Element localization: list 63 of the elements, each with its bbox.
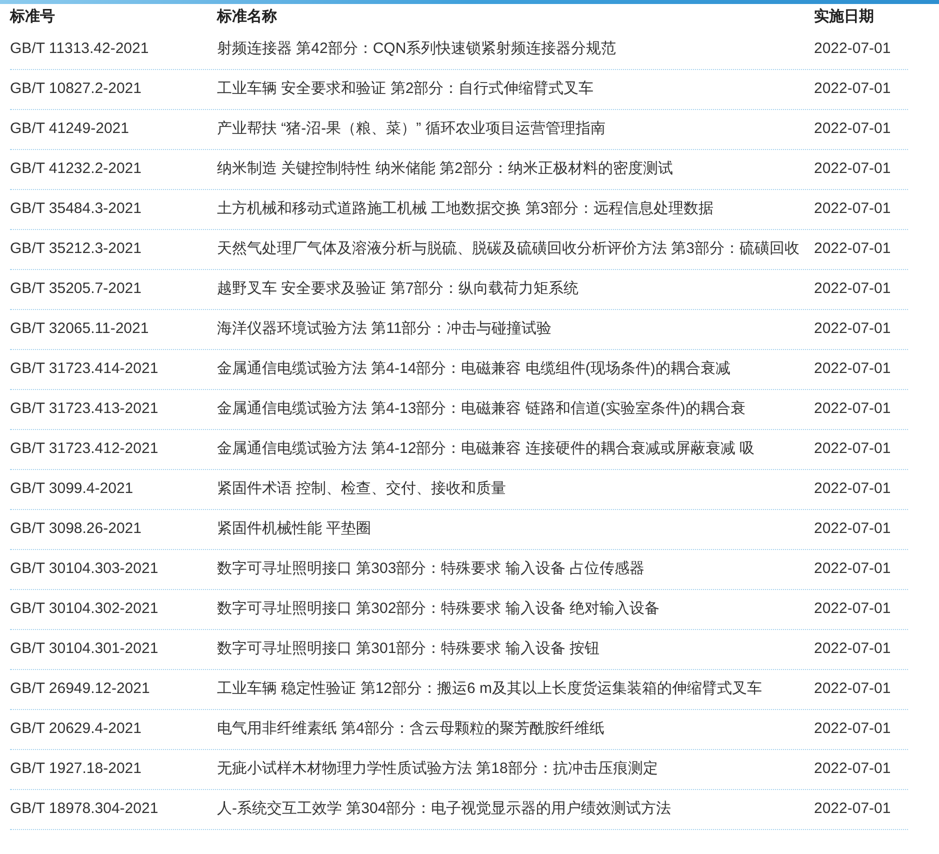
- effective-date: 2022-07-01: [814, 639, 892, 659]
- standard-number: GB/T 31723.412-2021: [10, 439, 160, 459]
- effective-date: 2022-07-01: [814, 359, 892, 379]
- standard-number: GB/T 31723.413-2021: [10, 399, 160, 419]
- standard-number: GB/T 1927.18-2021: [10, 759, 142, 779]
- effective-date: 2022-07-01: [814, 319, 892, 339]
- effective-date: 2022-07-01: [814, 39, 892, 59]
- effective-date: 2022-07-01: [814, 719, 892, 739]
- standard-name[interactable]: 金属通信电缆试验方法 第4-12部分：电磁兼容 连接硬件的耦合衰减或屏蔽衰减 吸: [217, 434, 814, 463]
- standard-number: GB/T 11313.42-2021: [10, 39, 150, 59]
- standard-number: GB/T 18978.304-2021: [10, 799, 160, 819]
- column-header: 实施日期: [814, 6, 875, 27]
- effective-date: 2022-07-01: [814, 199, 892, 219]
- standard-number: GB/T 35205.7-2021: [10, 279, 142, 299]
- standard-name[interactable]: 工业车辆 稳定性验证 第12部分：搬运6 m及其以上长度货运集装箱的伸缩臂式叉车: [217, 674, 814, 703]
- effective-date: 2022-07-01: [814, 759, 892, 779]
- standard-number: GB/T 31723.414-2021: [10, 359, 160, 379]
- effective-date: 2022-07-01: [814, 479, 892, 499]
- effective-date: 2022-07-01: [814, 399, 892, 419]
- standard-number: GB/T 20629.4-2021: [10, 719, 142, 739]
- effective-date: 2022-07-01: [814, 519, 892, 539]
- column-header: 标准号: [10, 6, 56, 27]
- effective-date: 2022-07-01: [814, 119, 892, 139]
- standard-number: GB/T 35212.3-2021: [10, 239, 142, 259]
- effective-date: 2022-07-01: [814, 439, 892, 459]
- standard-name[interactable]: 土方机械和移动式道路施工机械 工地数据交换 第3部分：远程信息处理数据: [217, 194, 814, 223]
- standard-number: GB/T 30104.302-2021: [10, 599, 160, 619]
- effective-date: 2022-07-01: [814, 79, 892, 99]
- standard-name[interactable]: 工业车辆 安全要求和验证 第2部分：自行式伸缩臂式叉车: [217, 74, 814, 103]
- standard-number: GB/T 41232.2-2021: [10, 159, 142, 179]
- standard-name[interactable]: 海洋仪器环境试验方法 第11部分：冲击与碰撞试验: [217, 314, 814, 343]
- effective-date: 2022-07-01: [814, 159, 892, 179]
- standard-number: GB/T 32065.11-2021: [10, 319, 150, 339]
- standard-number: GB/T 3099.4-2021: [10, 479, 134, 499]
- standard-number: GB/T 30104.301-2021: [10, 639, 160, 659]
- standard-name[interactable]: 人-系统交互工效学 第304部分：电子视觉显示器的用户绩效测试方法: [217, 794, 814, 823]
- standard-name[interactable]: 纳米制造 关键控制特性 纳米储能 第2部分：纳米正极材料的密度测试: [217, 154, 814, 183]
- effective-date: 2022-07-01: [814, 599, 892, 619]
- standard-name[interactable]: 紧固件术语 控制、检查、交付、接收和质量: [217, 474, 814, 503]
- effective-date: 2022-07-01: [814, 679, 892, 699]
- standard-name[interactable]: 紧固件机械性能 平垫圈: [217, 514, 814, 543]
- standard-name[interactable]: 无疵小试样木材物理力学性质试验方法 第18部分：抗冲击压痕测定: [217, 754, 814, 783]
- standard-name[interactable]: 越野叉车 安全要求及验证 第7部分：纵向载荷力矩系统: [217, 274, 814, 303]
- effective-date: 2022-07-01: [814, 559, 892, 579]
- standard-number: GB/T 30104.303-2021: [10, 559, 160, 579]
- standard-name[interactable]: 数字可寻址照明接口 第302部分：特殊要求 输入设备 绝对输入设备: [217, 594, 814, 623]
- standard-number: GB/T 35484.3-2021: [10, 199, 142, 219]
- standard-name[interactable]: 数字可寻址照明接口 第301部分：特殊要求 输入设备 按钮: [217, 634, 814, 663]
- standard-name[interactable]: 天然气处理厂气体及溶液分析与脱硫、脱碳及硫磺回收分析评价方法 第3部分：硫磺回收: [217, 234, 814, 263]
- standard-name[interactable]: 金属通信电缆试验方法 第4-13部分：电磁兼容 链路和信道(实验室条件)的耦合衰: [217, 394, 814, 423]
- standard-number: GB/T 3098.26-2021: [10, 519, 142, 539]
- standard-number: GB/T 41249-2021: [10, 119, 130, 139]
- standard-name[interactable]: 金属通信电缆试验方法 第4-14部分：电磁兼容 电缆组件(现场条件)的耦合衰减: [217, 354, 814, 383]
- standard-name[interactable]: 数字可寻址照明接口 第303部分：特殊要求 输入设备 占位传感器: [217, 554, 814, 583]
- effective-date: 2022-07-01: [814, 239, 892, 259]
- standard-number: GB/T 10827.2-2021: [10, 79, 142, 99]
- column-header: 标准名称: [217, 6, 278, 27]
- standard-name[interactable]: 射频连接器 第42部分：CQN系列快速锁紧射频连接器分规范: [217, 34, 814, 63]
- standard-number: GB/T 26949.12-2021: [10, 679, 151, 699]
- effective-date: 2022-07-01: [814, 279, 892, 299]
- effective-date: 2022-07-01: [814, 799, 892, 819]
- standard-name[interactable]: 产业帮扶 “猪-沼-果（粮、菜）” 循环农业项目运营管理指南: [217, 114, 814, 143]
- standard-name[interactable]: 电气用非纤维素纸 第4部分：含云母颗粒的聚芳酰胺纤维纸: [217, 714, 814, 743]
